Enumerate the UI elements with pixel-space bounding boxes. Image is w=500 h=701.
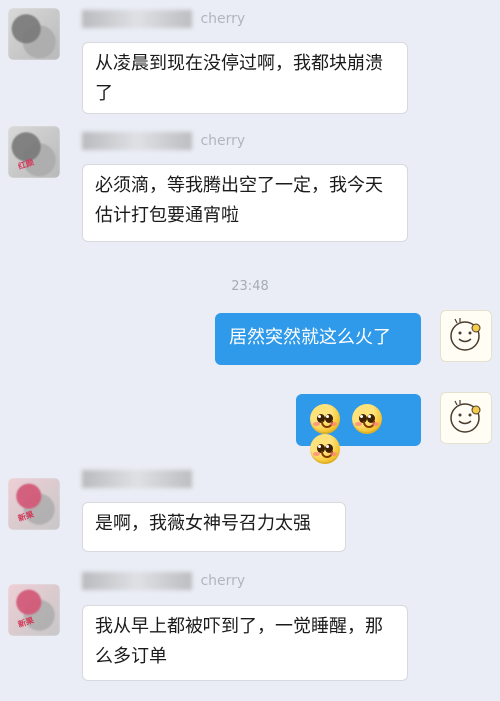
sender-handle: cherry (200, 11, 246, 27)
smiling-face-icon (450, 318, 481, 351)
blurred-name (82, 10, 192, 28)
sender-name-row: cherry (82, 572, 245, 598)
sender-handle: cherry (200, 133, 246, 149)
user-avatar[interactable] (440, 310, 492, 362)
user-avatar[interactable] (440, 392, 492, 444)
sender-name-row: cherry (82, 10, 245, 36)
incoming-message-bubble[interactable]: 我从早上都被吓到了，一觉睡醒，那么多订单 (82, 605, 408, 681)
outgoing-message-bubble[interactable]: 居然突然就这么火了 (215, 313, 421, 365)
message-text: 居然突然就这么火了 (229, 327, 391, 348)
sender-name-row: cherry (82, 132, 245, 158)
incoming-message-bubble[interactable]: 必须滴，等我腾出空了一定，我今天估计打包要通宵啦 (82, 164, 408, 242)
flushed-face-icon (310, 404, 340, 434)
flushed-face-icon (310, 434, 340, 464)
contact-avatar[interactable]: 新果 (8, 584, 60, 636)
contact-avatar[interactable] (8, 8, 60, 60)
chat-timestamp: 23:48 (231, 279, 269, 294)
blurred-name (82, 132, 192, 150)
sender-name-row (82, 470, 196, 496)
sender-handle: cherry (200, 573, 246, 589)
flushed-face-icon (351, 404, 382, 434)
contact-avatar[interactable]: 新果 (8, 478, 60, 530)
message-text: 我从早上都被吓到了，一觉睡醒，那么多订单 (95, 616, 383, 667)
incoming-message-bubble[interactable]: 从凌晨到现在没停过啊，我都块崩溃了 (82, 42, 408, 114)
smiling-face-icon (450, 400, 481, 433)
outgoing-emoji-bubble[interactable]: 😳😳😳 (296, 394, 421, 464)
message-text: 是啊，我薇女神号召力太强 (95, 513, 311, 534)
contact-avatar[interactable]: 红颜 (8, 126, 60, 178)
message-text: 必须滴，等我腾出空了一定，我今天估计打包要通宵啦 (95, 175, 383, 226)
blurred-name (82, 572, 192, 590)
message-text: 从凌晨到现在没停过啊，我都块崩溃了 (95, 53, 383, 104)
blurred-name (82, 470, 192, 488)
incoming-message-bubble[interactable]: 是啊，我薇女神号召力太强 (82, 502, 346, 552)
